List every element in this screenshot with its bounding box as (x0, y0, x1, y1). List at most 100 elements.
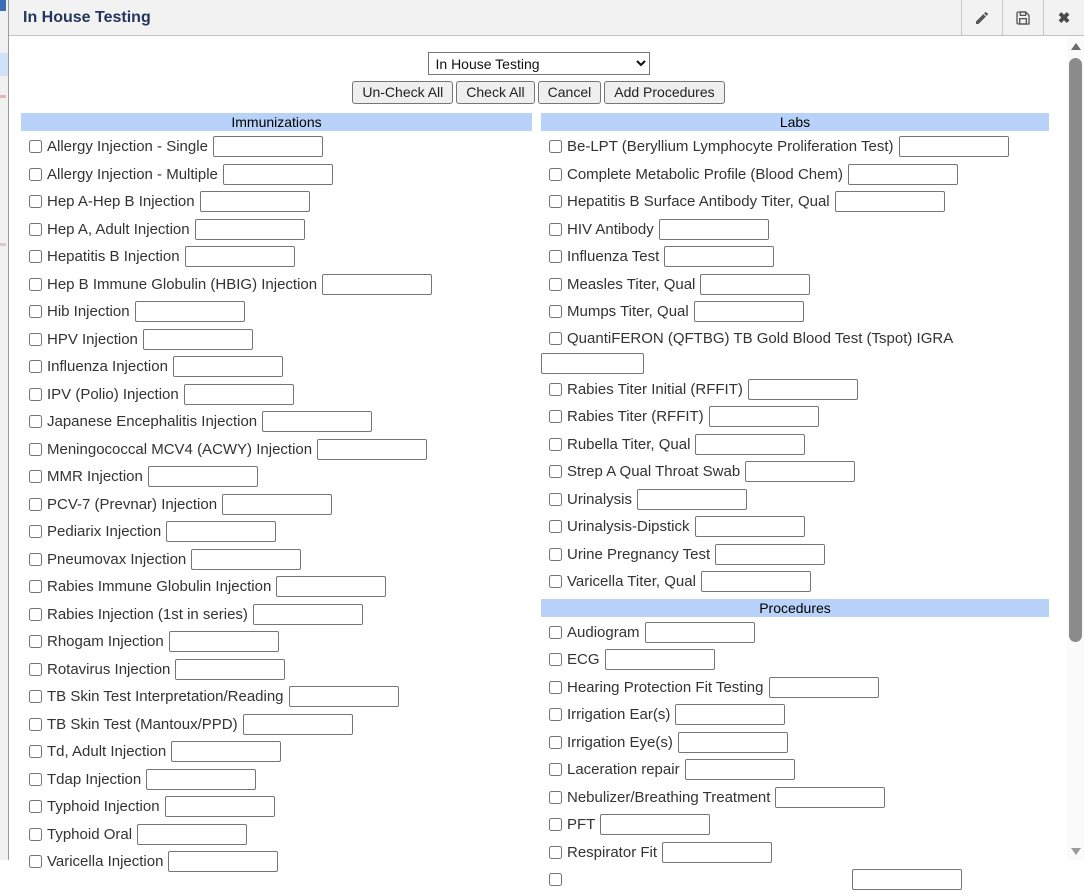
item-text-input[interactable] (184, 384, 294, 405)
item-checkbox[interactable] (549, 791, 562, 804)
item-text-input[interactable] (541, 353, 644, 374)
item-checkbox[interactable] (549, 410, 562, 423)
item-checkbox[interactable] (29, 855, 42, 868)
item-checkbox[interactable] (29, 443, 42, 456)
item-text-input[interactable] (243, 714, 353, 735)
item-text-input[interactable] (678, 732, 788, 753)
item-checkbox[interactable] (29, 553, 42, 566)
item-checkbox[interactable] (29, 278, 42, 291)
item-text-input[interactable] (185, 246, 295, 267)
item-text-input[interactable] (769, 677, 879, 698)
item-checkbox[interactable] (29, 580, 42, 593)
item-text-input[interactable] (143, 329, 253, 350)
category-select[interactable]: In House Testing (428, 52, 650, 75)
item-text-input[interactable] (605, 649, 715, 670)
item-text-input[interactable] (600, 814, 710, 835)
item-text-input[interactable] (709, 406, 819, 427)
item-checkbox[interactable] (549, 626, 562, 639)
item-checkbox[interactable] (29, 525, 42, 538)
item-text-input[interactable] (835, 191, 945, 212)
item-text-input[interactable] (745, 461, 855, 482)
item-checkbox[interactable] (29, 635, 42, 648)
item-checkbox[interactable] (549, 653, 562, 666)
scroll-down-button[interactable] (1067, 844, 1084, 858)
item-checkbox[interactable] (29, 608, 42, 621)
item-checkbox[interactable] (29, 223, 42, 236)
item-text-input[interactable] (695, 516, 805, 537)
item-text-input[interactable] (700, 274, 810, 295)
item-checkbox[interactable] (29, 745, 42, 758)
item-checkbox[interactable] (549, 305, 562, 318)
item-checkbox[interactable] (29, 690, 42, 703)
item-text-input[interactable] (169, 631, 279, 652)
item-checkbox[interactable] (549, 438, 562, 451)
item-checkbox[interactable] (29, 663, 42, 676)
item-checkbox[interactable] (29, 773, 42, 786)
item-text-input[interactable] (637, 489, 747, 510)
item-text-input[interactable] (322, 274, 432, 295)
save-button[interactable] (1002, 0, 1043, 35)
item-text-input[interactable] (675, 704, 785, 725)
item-checkbox[interactable] (549, 465, 562, 478)
item-checkbox[interactable] (29, 800, 42, 813)
item-checkbox[interactable] (29, 250, 42, 263)
item-checkbox[interactable] (29, 333, 42, 346)
item-text-input[interactable] (195, 219, 305, 240)
item-text-input[interactable] (171, 741, 281, 762)
item-checkbox[interactable] (549, 250, 562, 263)
item-text-input[interactable] (222, 494, 332, 515)
item-checkbox[interactable] (549, 708, 562, 721)
item-checkbox[interactable] (549, 493, 562, 506)
item-checkbox[interactable] (549, 575, 562, 588)
item-checkbox[interactable] (549, 383, 562, 396)
item-text-input[interactable] (685, 759, 795, 780)
item-text-input[interactable] (262, 411, 372, 432)
item-text-input[interactable] (168, 851, 278, 872)
item-checkbox[interactable] (549, 873, 562, 886)
item-text-input[interactable] (715, 544, 825, 565)
item-text-input[interactable] (191, 549, 301, 570)
item-text-input[interactable] (166, 521, 276, 542)
item-text-input[interactable] (200, 191, 310, 212)
scroll-up-button[interactable] (1067, 39, 1084, 53)
item-checkbox[interactable] (549, 818, 562, 831)
item-checkbox[interactable] (29, 718, 42, 731)
item-checkbox[interactable] (29, 388, 42, 401)
item-text-input[interactable] (148, 466, 258, 487)
item-text-input[interactable] (165, 796, 275, 817)
item-text-input[interactable] (775, 787, 885, 808)
item-checkbox[interactable] (549, 846, 562, 859)
item-text-input[interactable] (137, 824, 247, 845)
cancel-button[interactable]: Cancel (538, 81, 602, 104)
item-text-input[interactable] (701, 571, 811, 592)
item-checkbox[interactable] (549, 223, 562, 236)
item-checkbox[interactable] (29, 195, 42, 208)
item-text-input[interactable] (645, 622, 755, 643)
item-checkbox[interactable] (549, 548, 562, 561)
item-text-input[interactable] (317, 439, 427, 460)
item-text-input[interactable] (276, 576, 386, 597)
scrollbar-thumb[interactable] (1069, 58, 1082, 642)
item-text-input[interactable] (135, 301, 245, 322)
item-checkbox[interactable] (29, 140, 42, 153)
item-text-input[interactable] (146, 769, 256, 790)
item-checkbox[interactable] (549, 332, 562, 345)
item-checkbox[interactable] (29, 168, 42, 181)
item-checkbox[interactable] (549, 140, 562, 153)
item-checkbox[interactable] (549, 278, 562, 291)
item-checkbox[interactable] (29, 360, 42, 373)
item-checkbox[interactable] (549, 763, 562, 776)
item-text-input[interactable] (173, 356, 283, 377)
item-text-input[interactable] (899, 136, 1009, 157)
item-text-input[interactable] (253, 604, 363, 625)
item-checkbox[interactable] (29, 828, 42, 841)
uncheck-all-button[interactable]: Un-Check All (352, 81, 453, 104)
item-checkbox[interactable] (549, 736, 562, 749)
item-text-input[interactable] (695, 434, 805, 455)
item-text-input[interactable] (289, 686, 399, 707)
item-text-input[interactable] (848, 164, 958, 185)
item-checkbox[interactable] (549, 168, 562, 181)
check-all-button[interactable]: Check All (456, 81, 534, 104)
item-checkbox[interactable] (549, 195, 562, 208)
item-text-input[interactable] (213, 136, 323, 157)
